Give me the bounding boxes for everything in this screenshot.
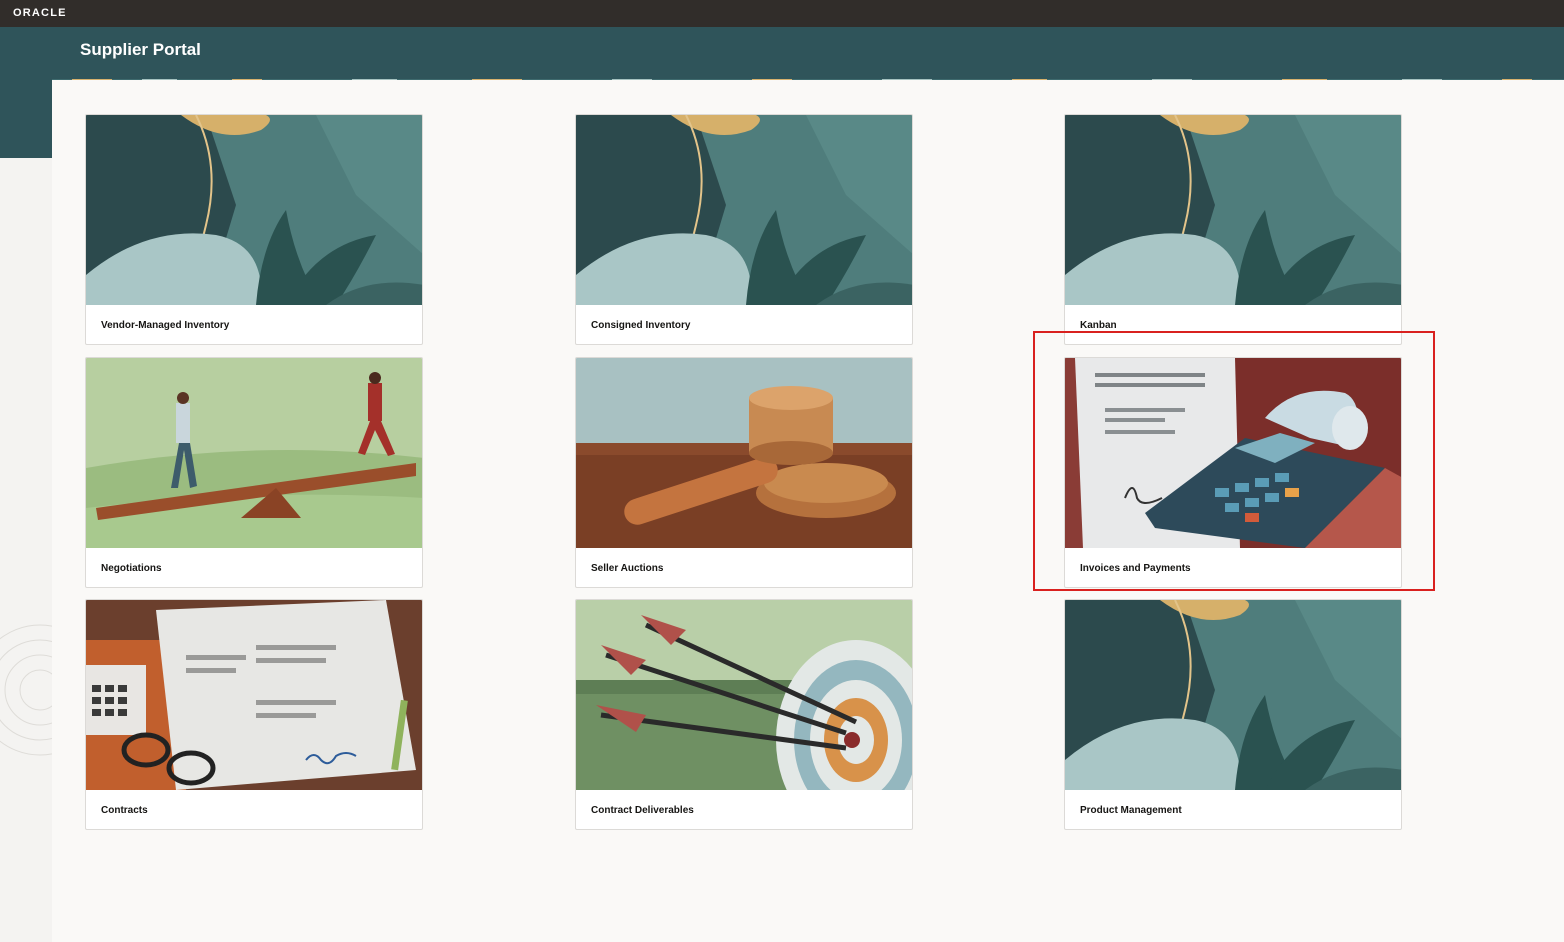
oracle-logo[interactable]: ORACLE (13, 7, 67, 19)
tile-label: Vendor-Managed Inventory (101, 320, 230, 331)
page-title: Supplier Portal (80, 40, 201, 59)
contract-document-image (86, 600, 423, 790)
tile-label: Kanban (1080, 320, 1117, 331)
top-brand-bar: ORACLE (0, 0, 1564, 27)
abstract-leaves-image (576, 115, 913, 305)
tile-contract-deliverables[interactable]: Contract Deliverables (575, 599, 913, 830)
background-swirl-decoration (0, 590, 106, 790)
tile-label: Invoices and Payments (1080, 563, 1191, 574)
header-decoration (52, 73, 1564, 80)
arrows-target-image (576, 600, 913, 790)
tile-label: Seller Auctions (591, 563, 664, 574)
abstract-leaves-image (86, 115, 423, 305)
tile-product-management[interactable]: Product Management (1064, 599, 1402, 830)
abstract-leaves-image (1065, 600, 1402, 790)
tile-contracts[interactable]: Contracts (85, 599, 423, 830)
tile-label: Contract Deliverables (591, 805, 694, 816)
tile-label: Negotiations (101, 563, 162, 574)
calculator-receipt-image (1065, 358, 1402, 548)
header-left-strip (0, 80, 52, 158)
tile-vendor-managed-inventory[interactable]: Vendor-Managed Inventory (85, 114, 423, 345)
tile-label: Product Management (1080, 805, 1182, 816)
tile-consigned-inventory[interactable]: Consigned Inventory (575, 114, 913, 345)
tile-kanban[interactable]: Kanban (1064, 114, 1402, 345)
tile-invoices-and-payments[interactable]: Invoices and Payments (1064, 357, 1402, 588)
abstract-leaves-image (1065, 115, 1402, 305)
tile-negotiations[interactable]: Negotiations (85, 357, 423, 588)
tile-label: Consigned Inventory (591, 320, 691, 331)
tile-seller-auctions[interactable]: Seller Auctions (575, 357, 913, 588)
gavel-image (576, 358, 913, 548)
seesaw-people-image (86, 358, 423, 548)
tile-label: Contracts (101, 805, 148, 816)
